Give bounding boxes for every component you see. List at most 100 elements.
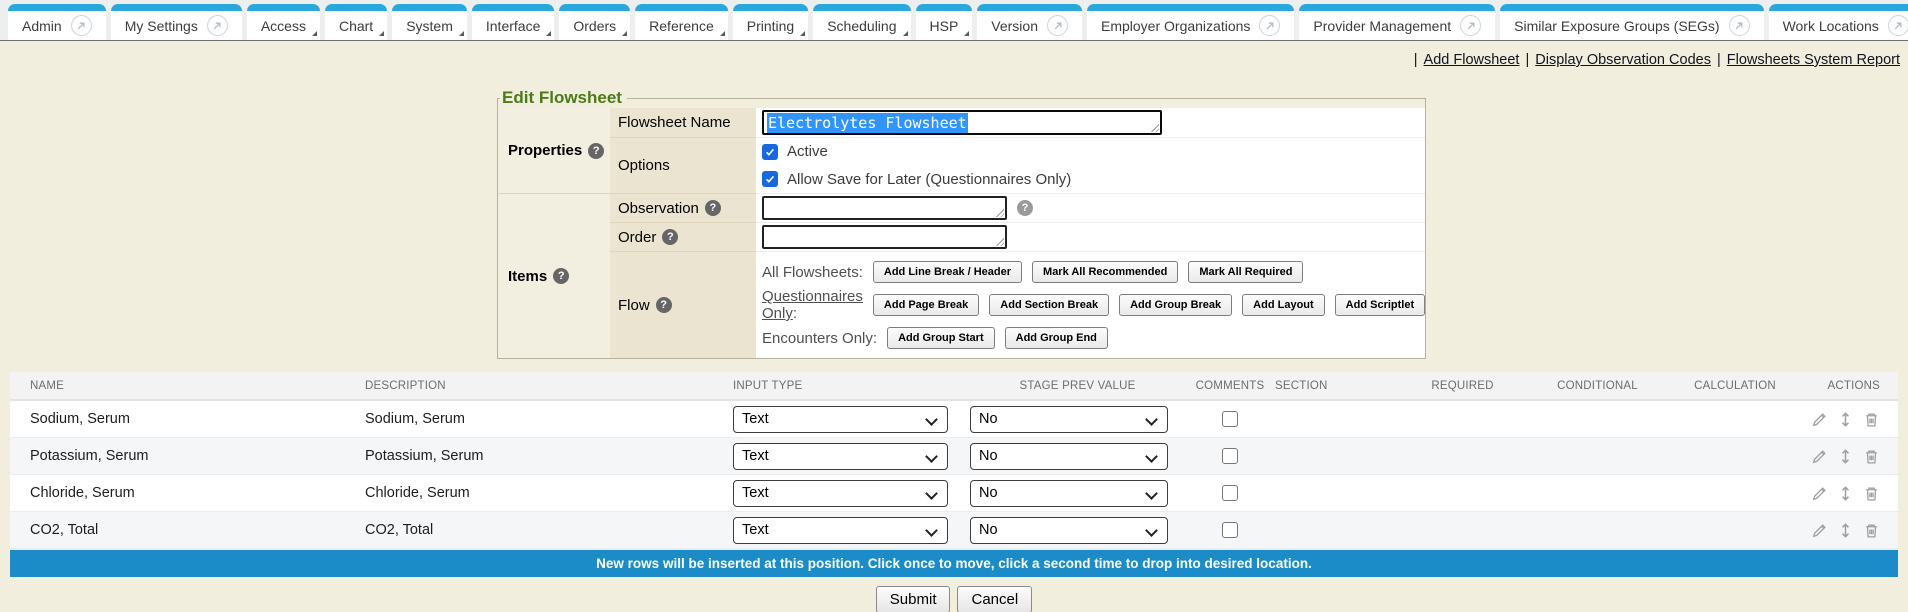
order-input[interactable] (762, 225, 1007, 249)
tab-employer-organizations[interactable]: Employer Organizations (1087, 4, 1294, 40)
tab-orders[interactable]: Orders (559, 4, 630, 40)
add-scriptlet-button[interactable]: Add Scriptlet (1335, 294, 1425, 316)
comments-checkbox[interactable] (1222, 522, 1238, 538)
active-checkbox[interactable] (762, 144, 778, 160)
add-line-break-header-button[interactable]: Add Line Break / Header (873, 261, 1022, 283)
open-in-new-icon[interactable] (71, 15, 92, 36)
input-type-select[interactable]: Text (733, 406, 948, 433)
input-type-select[interactable]: Text (733, 443, 948, 470)
move-row-icon[interactable] (1837, 411, 1854, 428)
tab-admin[interactable]: Admin (8, 4, 106, 40)
open-in-new-icon[interactable] (1259, 15, 1280, 36)
delete-icon[interactable] (1863, 411, 1880, 428)
open-in-new-icon[interactable] (1460, 15, 1481, 36)
add-group-break-button[interactable]: Add Group Break (1119, 294, 1232, 316)
resize-grip-icon[interactable] (1150, 123, 1159, 132)
help-icon[interactable]: ? (588, 143, 604, 159)
input-type-select[interactable]: Text (733, 517, 948, 544)
cancel-button[interactable]: Cancel (957, 586, 1032, 612)
item-description: Chloride, Serum (365, 485, 733, 501)
flowsheet-name-label: Flowsheet Name (610, 108, 756, 138)
submit-button[interactable]: Submit (876, 586, 951, 612)
open-in-new-icon[interactable] (207, 15, 228, 36)
tab-accent-bar (111, 4, 242, 11)
tab-accent-bar (392, 4, 467, 11)
edit-icon[interactable] (1811, 448, 1828, 465)
actions-cell (1805, 485, 1898, 502)
insert-position-bar[interactable]: New rows will be inserted at this positi… (10, 550, 1898, 577)
open-in-new-icon[interactable] (1888, 15, 1908, 36)
tab-interface[interactable]: Interface (472, 4, 554, 40)
add-group-end-button[interactable]: Add Group End (1005, 327, 1108, 349)
help-icon[interactable]: ? (662, 229, 678, 245)
tab-printing[interactable]: Printing (733, 4, 808, 40)
tab-scheduling[interactable]: Scheduling (813, 4, 910, 40)
tab-similar-exposure-groups[interactable]: Similar Exposure Groups (SEGs) (1500, 4, 1763, 40)
help-icon[interactable]: ? (656, 297, 672, 313)
stage-prev-value-select[interactable]: No (970, 517, 1168, 544)
edit-icon[interactable] (1811, 522, 1828, 539)
add-layout-button[interactable]: Add Layout (1242, 294, 1325, 316)
all-flowsheets-prefix: All Flowsheets: (762, 264, 863, 281)
options-cell: Active Allow Save for Later (Questionnai… (756, 138, 1425, 194)
tab-label: Orders (573, 18, 616, 34)
tab-hsp[interactable]: HSP (916, 4, 973, 40)
link-separator: | (1525, 52, 1529, 68)
submenu-corner-icon (800, 31, 805, 36)
stage-prev-value-select[interactable]: No (970, 480, 1168, 507)
submenu-corner-icon (720, 31, 725, 36)
comments-checkbox[interactable] (1222, 411, 1238, 427)
flow-label: Flow ? (610, 252, 756, 358)
add-flowsheet-link[interactable]: Add Flowsheet (1424, 52, 1520, 68)
delete-icon[interactable] (1863, 448, 1880, 465)
questionnaires-only-line: Questionnaires Only: Add Page Break Add … (762, 288, 1425, 322)
move-row-icon[interactable] (1837, 485, 1854, 502)
stage-prev-value-select[interactable]: No (970, 443, 1168, 470)
edit-icon[interactable] (1811, 485, 1828, 502)
display-observation-codes-link[interactable]: Display Observation Codes (1535, 52, 1711, 68)
input-type-select[interactable]: Text (733, 480, 948, 507)
mark-all-required-button[interactable]: Mark All Required (1188, 261, 1303, 283)
delete-icon[interactable] (1863, 522, 1880, 539)
col-header-description: DESCRIPTION (365, 380, 733, 392)
add-group-start-button[interactable]: Add Group Start (887, 327, 995, 349)
tab-label: HSP (930, 18, 959, 34)
open-in-new-icon[interactable] (1047, 15, 1068, 36)
move-row-icon[interactable] (1837, 448, 1854, 465)
tab-label: Admin (22, 18, 62, 34)
add-section-break-button[interactable]: Add Section Break (989, 294, 1109, 316)
tab-provider-management[interactable]: Provider Management (1299, 4, 1495, 40)
tab-reference[interactable]: Reference (635, 4, 728, 40)
tab-version[interactable]: Version (977, 4, 1082, 40)
resize-grip-icon[interactable] (995, 208, 1004, 217)
tab-system[interactable]: System (392, 4, 467, 40)
resize-grip-icon[interactable] (995, 237, 1004, 246)
encounters-only-line: Encounters Only: Add Group Start Add Gro… (762, 327, 1108, 349)
tab-label: System (406, 18, 453, 34)
stage-prev-value-select[interactable]: No (970, 406, 1168, 433)
observation-input[interactable] (762, 196, 1007, 220)
delete-icon[interactable] (1863, 485, 1880, 502)
comments-checkbox[interactable] (1222, 485, 1238, 501)
allow-save-checkbox[interactable] (762, 171, 778, 187)
flowsheet-name-input[interactable]: Electrolytes Flowsheet (762, 110, 1162, 135)
mark-all-recommended-button[interactable]: Mark All Recommended (1032, 261, 1178, 283)
help-icon[interactable]: ? (705, 200, 721, 216)
edit-icon[interactable] (1811, 411, 1828, 428)
actions-cell (1805, 522, 1898, 539)
tab-work-locations[interactable]: Work Locations (1769, 4, 1908, 40)
submenu-corner-icon (622, 31, 627, 36)
comments-checkbox[interactable] (1222, 448, 1238, 464)
flowsheets-system-report-link[interactable]: Flowsheets System Report (1727, 52, 1900, 68)
tab-chart[interactable]: Chart (325, 4, 387, 40)
help-icon[interactable]: ? (1017, 200, 1033, 216)
help-icon[interactable]: ? (553, 268, 569, 284)
add-page-break-button[interactable]: Add Page Break (873, 294, 979, 316)
tab-access[interactable]: Access (247, 4, 320, 40)
open-in-new-icon[interactable] (1729, 15, 1750, 36)
stage-prev-value-cell: No (970, 517, 1185, 544)
move-row-icon[interactable] (1837, 522, 1854, 539)
submenu-corner-icon (459, 31, 464, 36)
tab-my-settings[interactable]: My Settings (111, 4, 242, 40)
tab-label: My Settings (125, 18, 198, 34)
